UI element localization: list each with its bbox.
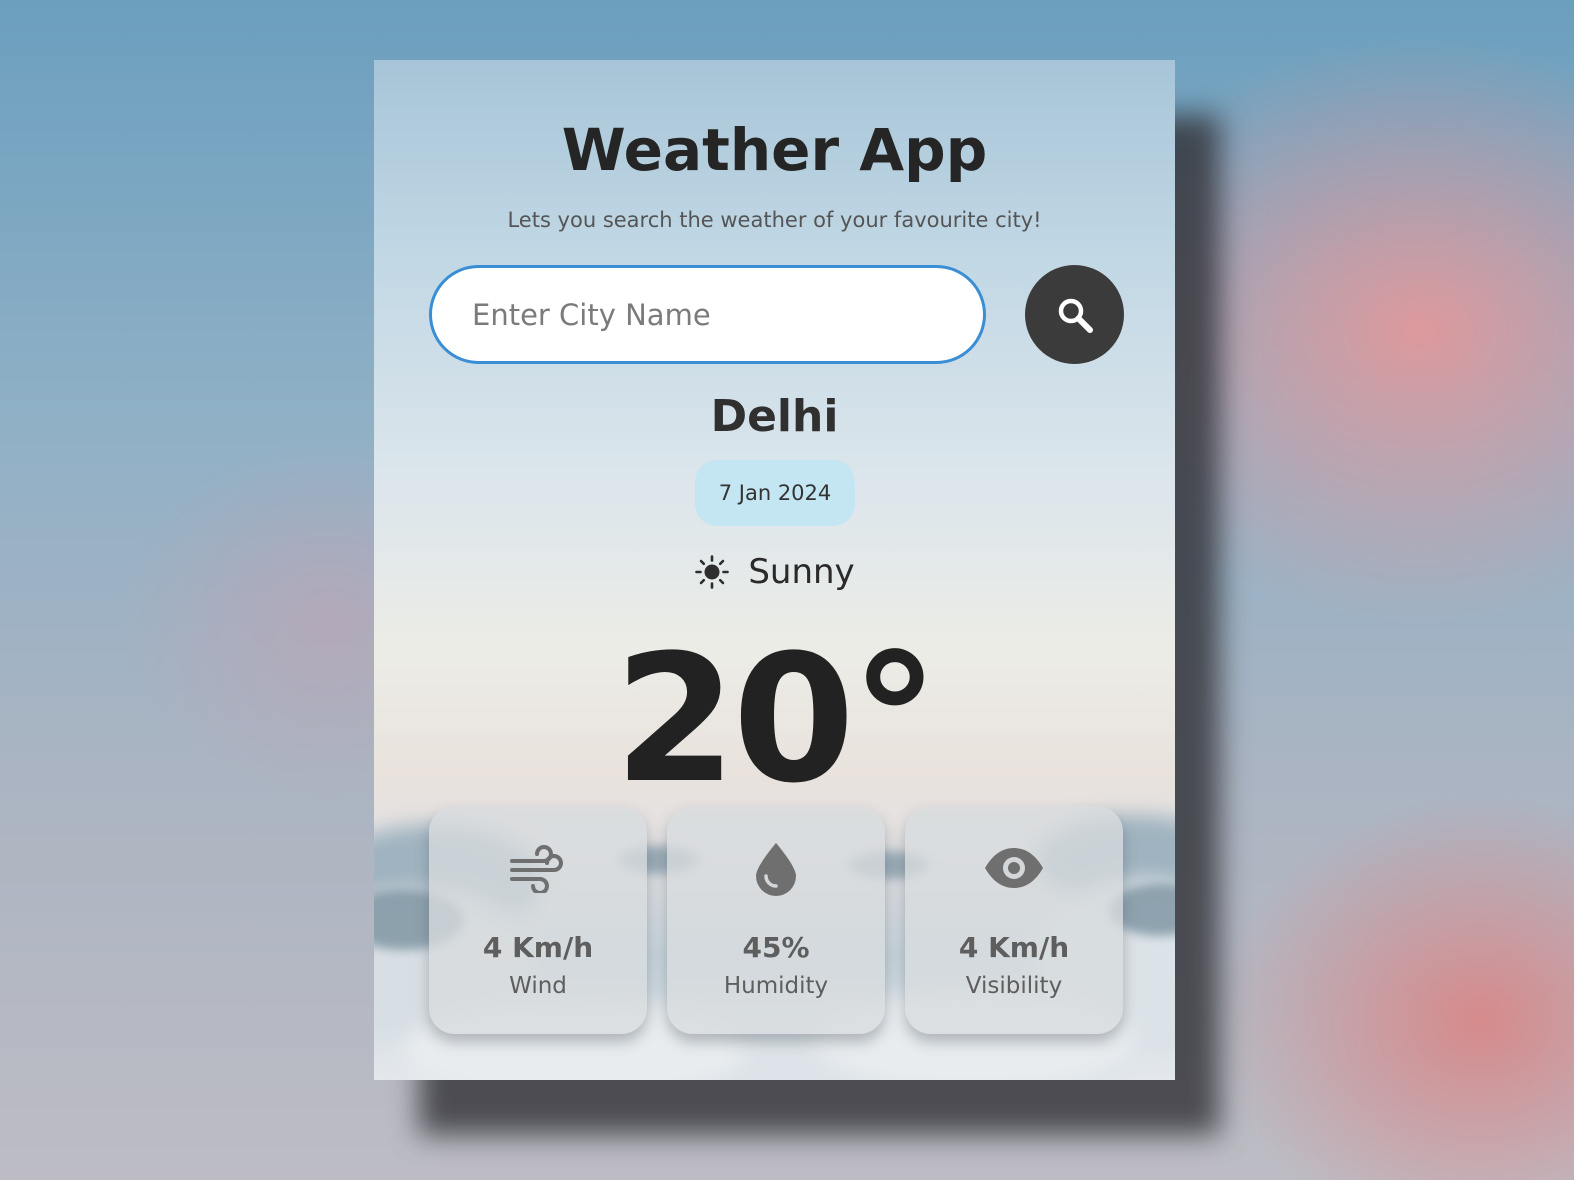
city-name: Delhi xyxy=(710,391,839,442)
water-drop-icon xyxy=(667,838,885,898)
humidity-value: 45% xyxy=(742,931,810,964)
search-icon xyxy=(1056,296,1094,334)
date-text: 7 Jan 2024 xyxy=(718,481,832,505)
wind-value: 4 Km/h xyxy=(482,931,594,964)
weather-card: Weather App Lets you search the weather … xyxy=(374,60,1175,1080)
wind-icon xyxy=(429,838,647,898)
weather-condition: Sunny xyxy=(374,546,1175,598)
sun-icon xyxy=(694,554,730,590)
stat-card-humidity: 45% Humidity xyxy=(667,806,885,1034)
stat-card-wind: 4 Km/h Wind xyxy=(429,806,647,1034)
app-title: Weather App xyxy=(561,116,988,184)
eye-icon xyxy=(905,838,1123,898)
stat-card-visibility: 4 Km/h Visibility xyxy=(905,806,1123,1034)
visibility-label: Visibility xyxy=(965,973,1063,999)
date-badge: 7 Jan 2024 xyxy=(695,460,855,526)
search-button[interactable] xyxy=(1025,265,1124,364)
app-subtitle: Lets you search the weather of your favo… xyxy=(507,208,1042,232)
visibility-value: 4 Km/h xyxy=(958,931,1070,964)
humidity-label: Humidity xyxy=(723,973,829,999)
city-search-input[interactable] xyxy=(429,265,986,364)
condition-text: Sunny xyxy=(748,552,855,592)
temperature: 20° xyxy=(614,617,939,822)
wind-label: Wind xyxy=(509,973,567,999)
